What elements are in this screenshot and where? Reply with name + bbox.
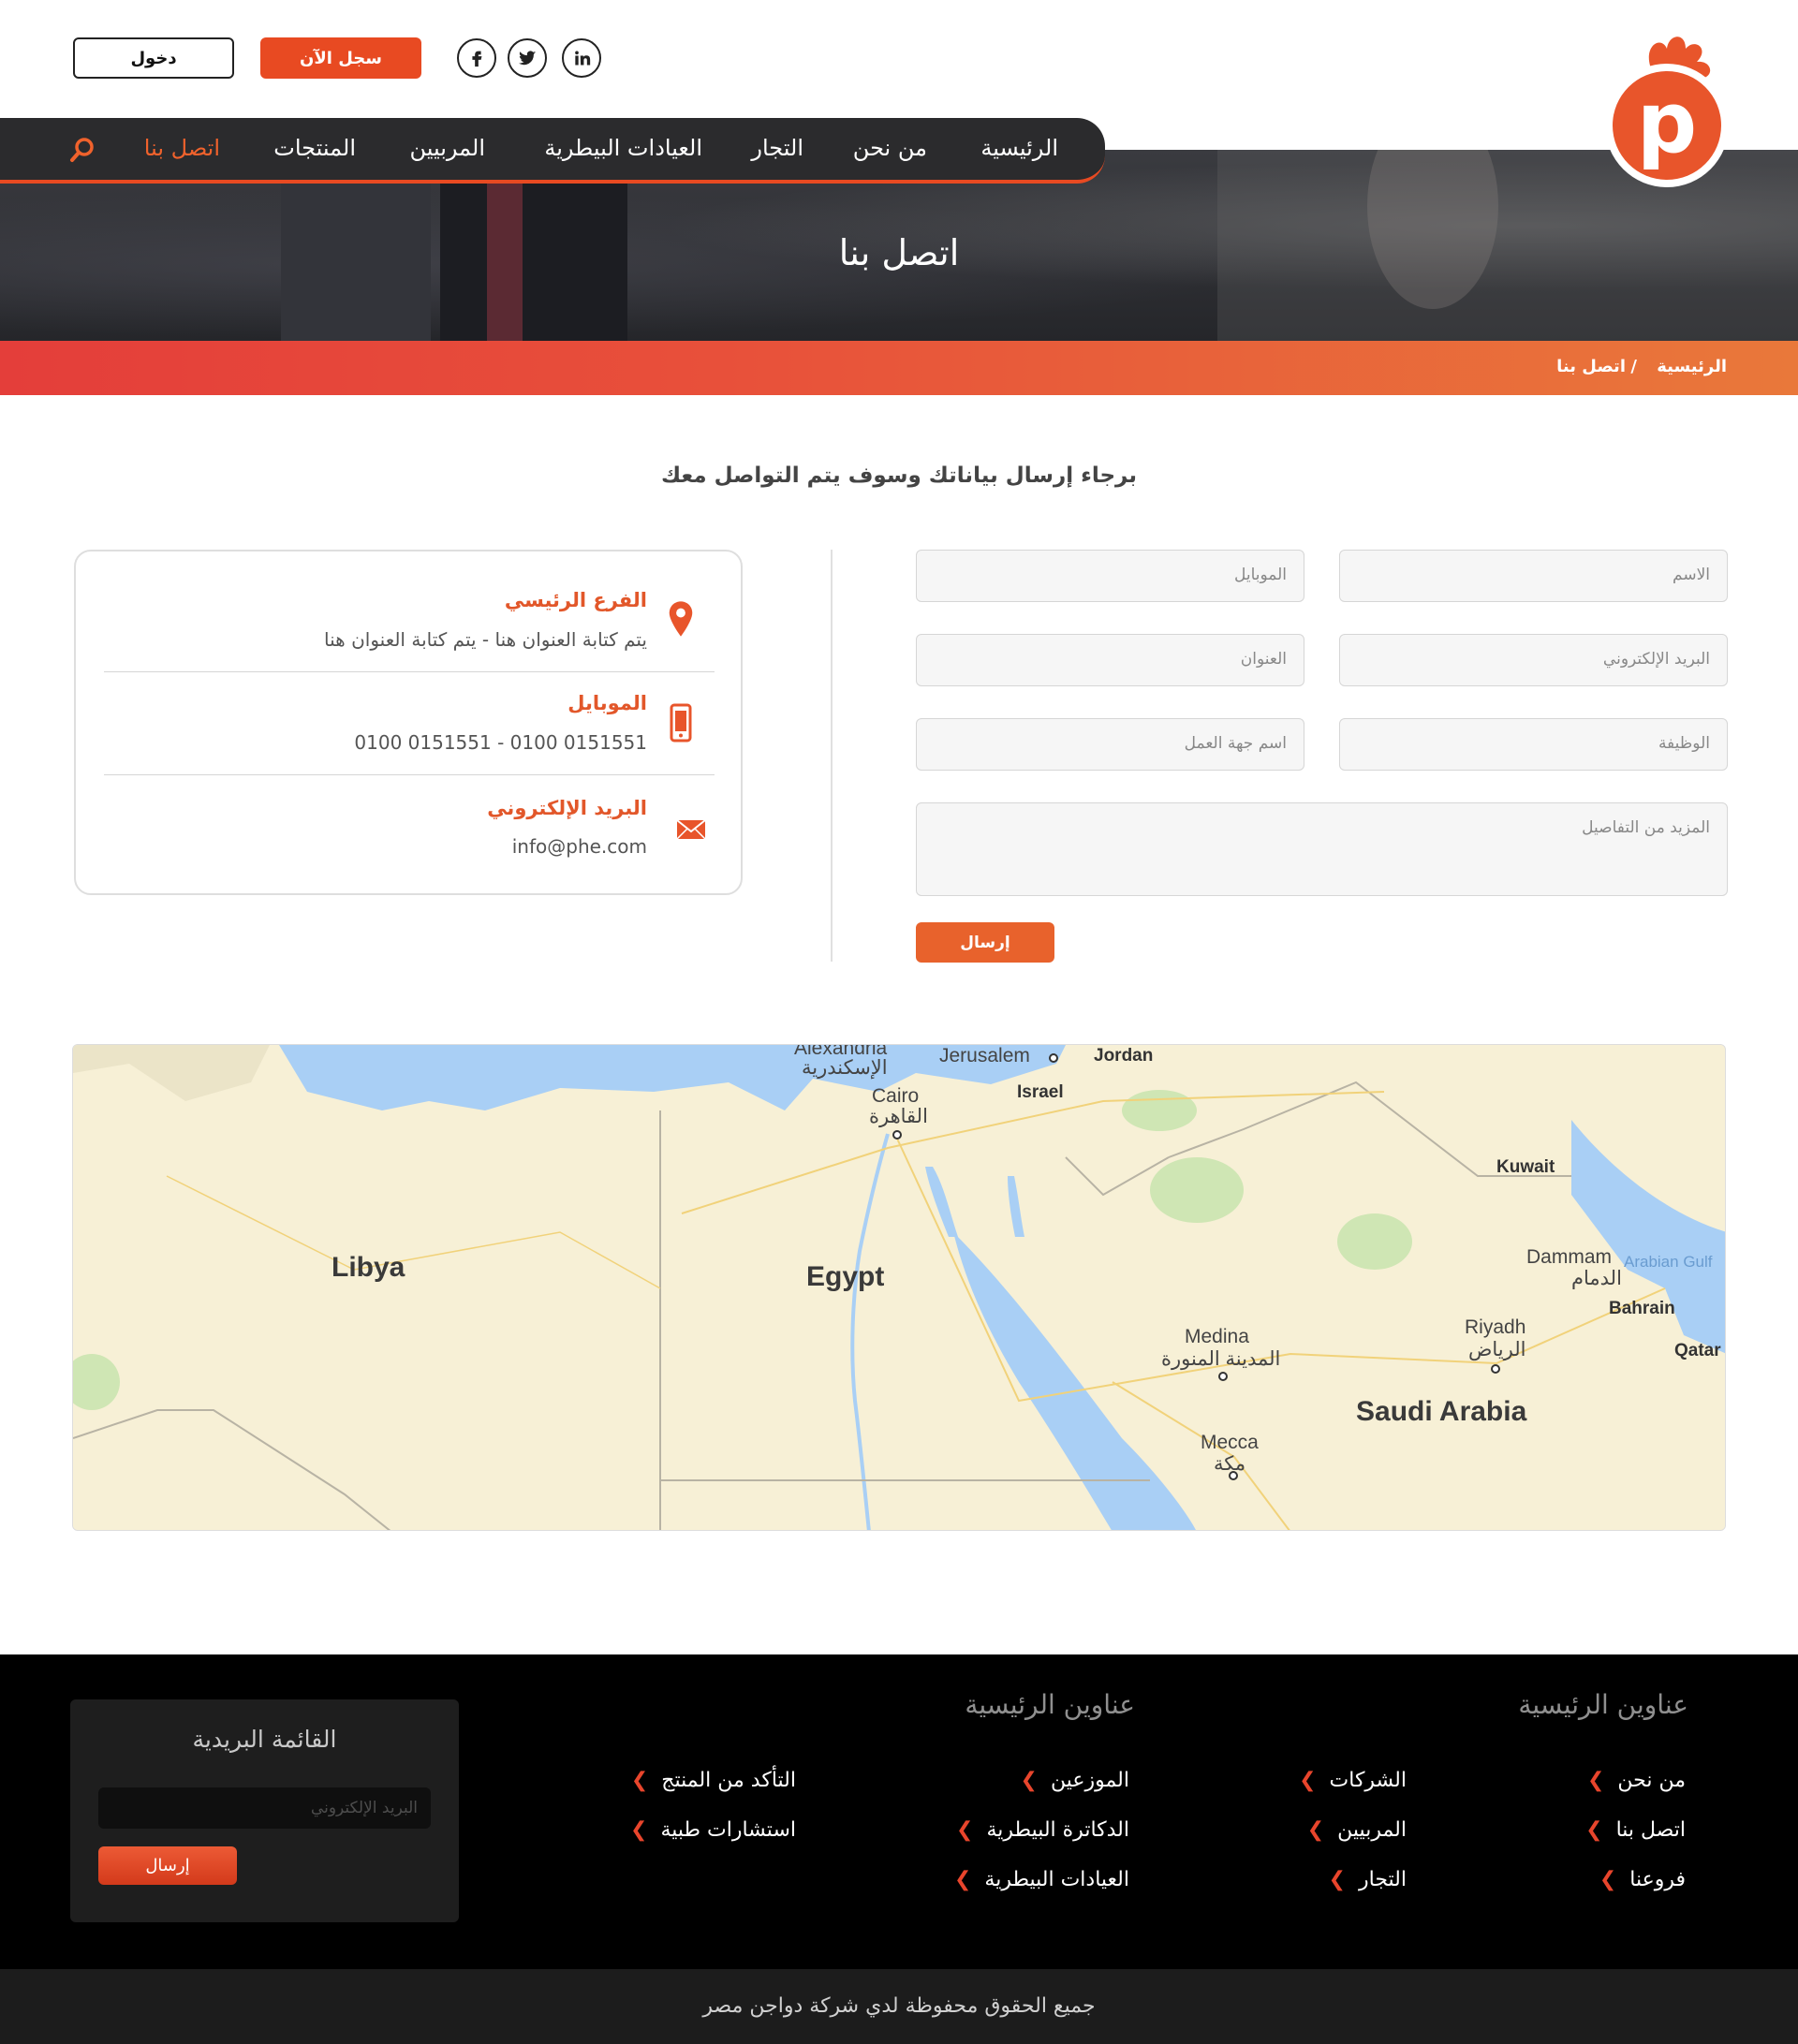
footer-link-vets[interactable]: ❮ الدكاترة البيطرية <box>956 1818 1129 1842</box>
contact-submit-button[interactable]: إرسال <box>916 922 1054 963</box>
brand-logo[interactable]: p <box>1605 28 1729 197</box>
map-label-israel: Israel <box>1017 1082 1064 1102</box>
address-field[interactable]: العنوان <box>916 634 1304 686</box>
footer-link-vet-clinics[interactable]: ❮ العيادات البيطرية <box>954 1868 1129 1891</box>
rooster-logo-icon: p <box>1605 37 1729 187</box>
chevron-left-icon: ❮ <box>1020 1769 1038 1792</box>
map-label-mecca-ar: مكة <box>1214 1453 1246 1475</box>
breadcrumb <box>0 341 1798 395</box>
info-divider <box>104 774 715 775</box>
branch-address: يتم كتابة العنوان هنا - يتم كتابة العنوا… <box>324 628 647 651</box>
map-label-alexandria-ar: الإسكندرية <box>802 1057 888 1079</box>
map-label-dammam-ar: الدمام <box>1571 1268 1622 1289</box>
chevron-left-icon: ❮ <box>1586 1769 1605 1792</box>
twitter-icon[interactable] <box>508 38 547 78</box>
footer-link-about[interactable]: ❮ من نحن <box>1587 1769 1686 1792</box>
linkedin-icon[interactable] <box>562 38 601 78</box>
page-title: اتصل بنا <box>838 232 960 273</box>
nav-item-merchants[interactable]: التجار <box>751 135 803 161</box>
nav-item-breeders[interactable]: المربيين <box>409 135 485 161</box>
map-label-cairo-ar: القاهرة <box>869 1106 928 1127</box>
branch-title: الفرع الرئيسي <box>504 589 647 611</box>
map-label-kuwait: Kuwait <box>1496 1157 1555 1177</box>
nav-item-contact[interactable]: اتصل بنا <box>144 135 220 161</box>
chevron-left-icon: ❮ <box>1306 1818 1325 1842</box>
chevron-left-icon: ❮ <box>1299 1769 1317 1792</box>
register-button[interactable]: سجل الآن <box>260 37 421 79</box>
search-icon[interactable] <box>69 137 96 167</box>
facebook-icon[interactable] <box>457 38 496 78</box>
newsletter-title: القائمة البريدية <box>192 1726 337 1753</box>
footer-link-product-check[interactable]: ❮ التأكد من المنتج <box>631 1769 796 1792</box>
chevron-left-icon: ❮ <box>1328 1868 1347 1891</box>
map-label-arabian-gulf: Arabian Gulf <box>1624 1253 1713 1271</box>
footer-link-medical-consult[interactable]: ❮ استشارات طبية <box>630 1818 796 1842</box>
map-label-riyadh-ar: الرياض <box>1468 1339 1526 1360</box>
map-label-saudi-arabia: Saudi Arabia <box>1356 1396 1527 1427</box>
details-textarea[interactable]: المزيد من التفاصيل <box>916 802 1728 896</box>
map-label-egypt: Egypt <box>806 1261 885 1292</box>
newsletter-box: القائمة البريدية البريد الإلكتروني إرسال <box>70 1699 459 1922</box>
footer-link-contact[interactable]: ❮ اتصل بنا <box>1585 1818 1686 1842</box>
chevron-left-icon: ❮ <box>953 1868 972 1891</box>
footer-link-breeders[interactable]: ❮ المربيين <box>1307 1818 1407 1842</box>
envelope-icon <box>676 819 706 844</box>
contact-info-card: الفرع الرئيسي يتم كتابة العنوان هنا - يت… <box>74 550 743 895</box>
login-button[interactable]: دخول <box>73 37 234 79</box>
svg-text:p: p <box>1637 74 1697 172</box>
contact-intro-text: برجاء إرسال بياناتك وسوف يتم التواصل معك <box>661 463 1137 488</box>
breadcrumb-home-link[interactable]: الرئيسية <box>1657 357 1727 376</box>
section-divider <box>831 550 833 962</box>
map-label-jerusalem: Jerusalem <box>939 1045 1030 1066</box>
footer-link-branches[interactable]: ❮ فروعنا <box>1599 1868 1686 1891</box>
info-divider <box>104 671 715 672</box>
map-label-mecca: Mecca <box>1201 1432 1259 1453</box>
nav-item-about[interactable]: من نحن <box>853 135 927 161</box>
map-label-medina: Medina <box>1185 1326 1249 1347</box>
nav-item-home[interactable]: الرئيسية <box>980 135 1058 161</box>
job-field[interactable]: الوظيفة <box>1339 718 1728 771</box>
chevron-left-icon: ❮ <box>630 1769 649 1792</box>
main-nav: الرئيسية من نحن التجار العيادات البيطرية… <box>0 118 1105 184</box>
location-map[interactable]: Alexandria الإسكندرية Cairo القاهرة Jeru… <box>72 1044 1726 1531</box>
chevron-left-icon: ❮ <box>956 1818 974 1842</box>
footer-link-companies[interactable]: ❮ الشركات <box>1299 1769 1407 1792</box>
copyright-text: جميع الحقوق محفوظة لدي شركة دواجن مصر <box>702 1994 1096 2018</box>
map-label-qatar: Qatar <box>1674 1341 1721 1360</box>
map-label-jordan: Jordan <box>1094 1046 1154 1066</box>
mobile-numbers: 0100 0151551 - 0100 0151551 <box>354 731 647 754</box>
breadcrumb-separator: / <box>1630 357 1637 376</box>
footer-heading-1: عناوين الرئيسية <box>1518 1689 1688 1720</box>
location-pin-icon <box>668 600 694 641</box>
map-label-riyadh: Riyadh <box>1465 1316 1526 1338</box>
map-label-bahrain: Bahrain <box>1609 1299 1675 1318</box>
map-label-dammam: Dammam <box>1526 1246 1613 1268</box>
mobile-field[interactable]: الموبايل <box>916 550 1304 602</box>
mobile-phone-icon <box>670 703 692 746</box>
footer-heading-2: عناوين الرئيسية <box>965 1689 1135 1720</box>
footer-link-distributors[interactable]: ❮ الموزعين <box>1021 1769 1129 1792</box>
chevron-left-icon: ❮ <box>1585 1818 1603 1842</box>
newsletter-email-input[interactable]: البريد الإلكتروني <box>98 1787 431 1829</box>
footer-link-merchants[interactable]: ❮ التجار <box>1329 1868 1407 1891</box>
employer-field[interactable]: اسم جهة العمل <box>916 718 1304 771</box>
newsletter-submit-button[interactable]: إرسال <box>98 1846 237 1885</box>
email-field[interactable]: البريد الإلكتروني <box>1339 634 1728 686</box>
nav-item-vet-clinics[interactable]: العيادات البيطرية <box>544 135 702 161</box>
breadcrumb-current: اتصل بنا <box>1556 357 1626 376</box>
map-label-medina-ar: المدينة المنورة <box>1161 1348 1281 1370</box>
email-address: info@phe.com <box>511 835 647 858</box>
mobile-title: الموبايل <box>567 692 647 714</box>
chevron-left-icon: ❮ <box>1599 1868 1617 1891</box>
name-field[interactable]: الاسم <box>1339 550 1728 602</box>
chevron-left-icon: ❮ <box>630 1818 648 1842</box>
map-label-libya: Libya <box>332 1252 405 1283</box>
email-title: البريد الإلكتروني <box>487 797 647 819</box>
nav-item-products[interactable]: المنتجات <box>273 135 356 161</box>
